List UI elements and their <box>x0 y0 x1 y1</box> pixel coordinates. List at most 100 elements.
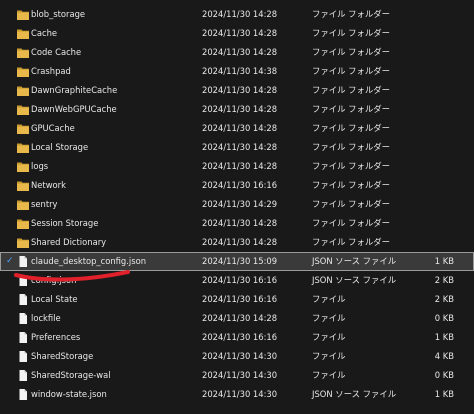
file-date-modified: 2024/11/30 15:09 <box>202 256 278 266</box>
file-type: JSON ソース ファイル <box>312 275 397 285</box>
file-row[interactable]: lockfile 2024/11/30 14:28 ファイル 0 KB <box>0 309 474 328</box>
file-type: ファイル フォルダー <box>312 180 391 190</box>
file-type: ファイル <box>312 332 346 342</box>
file-row[interactable]: Preferences 2024/11/30 16:16 ファイル 1 KB <box>0 328 474 347</box>
file-icon <box>17 370 29 381</box>
file-type: ファイル フォルダー <box>312 66 391 76</box>
file-row[interactable]: config.json 2024/11/30 16:16 JSON ソース ファイル… <box>0 271 474 290</box>
file-name: SharedStorage-wal <box>31 370 111 380</box>
file-date-modified: 2024/11/30 16:16 <box>202 294 278 304</box>
file-size: 2 KB <box>434 275 454 285</box>
file-row[interactable]: Local Storage 2024/11/30 14:28 ファイル フォルダー <box>0 138 474 157</box>
file-date-modified: 2024/11/30 14:29 <box>202 199 278 209</box>
file-type: ファイル <box>312 294 346 304</box>
file-name: DawnGraphiteCache <box>31 85 118 95</box>
file-date-modified: 2024/11/30 14:30 <box>202 351 278 361</box>
file-row[interactable]: Network 2024/11/30 16:16 ファイル フォルダー <box>0 176 474 195</box>
file-name: config.json <box>31 275 77 285</box>
file-row[interactable]: Shared Dictionary 2024/11/30 14:28 ファイル フォ… <box>0 233 474 252</box>
file-row[interactable]: SharedStorage-wal 2024/11/30 14:30 ファイル 0 K… <box>0 366 474 385</box>
file-row[interactable]: Cache 2024/11/30 14:28 ファイル フォルダー <box>0 24 474 43</box>
file-row[interactable]: Session Storage 2024/11/30 14:28 ファイル フォルダ… <box>0 214 474 233</box>
file-date-modified: 2024/11/30 14:28 <box>202 47 278 57</box>
file-type: ファイル フォルダー <box>312 85 391 95</box>
file-name: lockfile <box>31 313 61 323</box>
file-name: Crashpad <box>31 66 71 76</box>
folder-icon <box>17 161 29 172</box>
folder-icon <box>17 9 29 20</box>
file-date-modified: 2024/11/30 14:28 <box>202 313 278 323</box>
file-icon <box>17 294 29 305</box>
file-icon <box>17 351 29 362</box>
file-row[interactable]: Local State 2024/11/30 16:16 ファイル 2 KB <box>0 290 474 309</box>
folder-icon <box>17 123 29 134</box>
file-name: Cache <box>31 28 58 38</box>
folder-icon <box>17 66 29 77</box>
file-row[interactable]: DawnWebGPUCache 2024/11/30 14:28 ファイル フォルダ… <box>0 100 474 119</box>
file-row-selected[interactable]: ✓ claude_desktop_config.json 2024/11/30 15… <box>0 252 474 271</box>
file-date-modified: 2024/11/30 14:28 <box>202 123 278 133</box>
file-name: Code Cache <box>31 47 82 57</box>
folder-icon <box>17 28 29 39</box>
file-name: Session Storage <box>31 218 99 228</box>
file-date-modified: 2024/11/30 16:16 <box>202 332 278 342</box>
file-name: DawnWebGPUCache <box>31 104 117 114</box>
file-size: 4 KB <box>434 351 454 361</box>
file-icon <box>17 313 29 324</box>
file-row[interactable]: sentry 2024/11/30 14:29 ファイル フォルダー <box>0 195 474 214</box>
folder-icon <box>17 199 29 210</box>
file-date-modified: 2024/11/30 16:16 <box>202 180 278 190</box>
file-name: Network <box>31 180 66 190</box>
file-name: SharedStorage <box>31 351 94 361</box>
file-row[interactable]: SharedStorage 2024/11/30 14:30 ファイル 4 KB <box>0 347 474 366</box>
file-name: Shared Dictionary <box>31 237 107 247</box>
file-name: window-state.json <box>31 389 107 399</box>
file-row[interactable]: DawnGraphiteCache 2024/11/30 14:28 ファイル フォ… <box>0 81 474 100</box>
file-date-modified: 2024/11/30 14:28 <box>202 104 278 114</box>
file-type: ファイル フォルダー <box>312 142 391 152</box>
file-date-modified: 2024/11/30 14:28 <box>202 161 278 171</box>
folder-icon <box>17 104 29 115</box>
file-type: ファイル フォルダー <box>312 237 391 247</box>
checkbox-checked-icon[interactable]: ✓ <box>6 252 16 271</box>
file-name: logs <box>31 161 49 171</box>
folder-icon <box>17 237 29 248</box>
file-icon <box>17 275 29 286</box>
file-type: ファイル フォルダー <box>312 199 391 209</box>
folder-icon <box>17 142 29 153</box>
file-date-modified: 2024/11/30 16:16 <box>202 275 278 285</box>
file-row[interactable]: Code Cache 2024/11/30 14:28 ファイル フォルダー <box>0 43 474 62</box>
folder-icon <box>17 180 29 191</box>
file-date-modified: 2024/11/30 14:28 <box>202 237 278 247</box>
file-type: ファイル フォルダー <box>312 9 391 19</box>
file-size: 2 KB <box>434 294 454 304</box>
file-type: ファイル フォルダー <box>312 47 391 57</box>
folder-icon <box>17 218 29 229</box>
file-type: ファイル <box>312 370 346 380</box>
file-size: 1 KB <box>434 256 454 266</box>
file-name: Local State <box>31 294 78 304</box>
file-type: JSON ソース ファイル <box>312 389 397 399</box>
file-type: ファイル フォルダー <box>312 218 391 228</box>
file-icon <box>17 389 29 400</box>
file-type: ファイル <box>312 351 346 361</box>
file-date-modified: 2024/11/30 14:30 <box>202 370 278 380</box>
file-size: 1 KB <box>434 389 454 399</box>
folder-icon <box>17 85 29 96</box>
file-size: 0 KB <box>434 313 454 323</box>
file-date-modified: 2024/11/30 14:28 <box>202 28 278 38</box>
file-name: Preferences <box>31 332 81 342</box>
file-name: claude_desktop_config.json <box>31 256 147 266</box>
file-row[interactable]: blob_storage 2024/11/30 14:28 ファイル フォルダー <box>0 5 474 24</box>
file-type: ファイル フォルダー <box>312 104 391 114</box>
file-icon <box>17 256 29 267</box>
file-date-modified: 2024/11/30 14:28 <box>202 142 278 152</box>
file-size: 1 KB <box>434 332 454 342</box>
file-row[interactable]: Crashpad 2024/11/30 14:38 ファイル フォルダー <box>0 62 474 81</box>
file-row[interactable]: logs 2024/11/30 14:28 ファイル フォルダー <box>0 157 474 176</box>
file-row[interactable]: window-state.json 2024/11/30 14:30 JSON ソー… <box>0 385 474 404</box>
file-type: ファイル フォルダー <box>312 123 391 133</box>
file-type: ファイル フォルダー <box>312 161 391 171</box>
file-row[interactable]: GPUCache 2024/11/30 14:28 ファイル フォルダー <box>0 119 474 138</box>
file-name: GPUCache <box>31 123 75 133</box>
